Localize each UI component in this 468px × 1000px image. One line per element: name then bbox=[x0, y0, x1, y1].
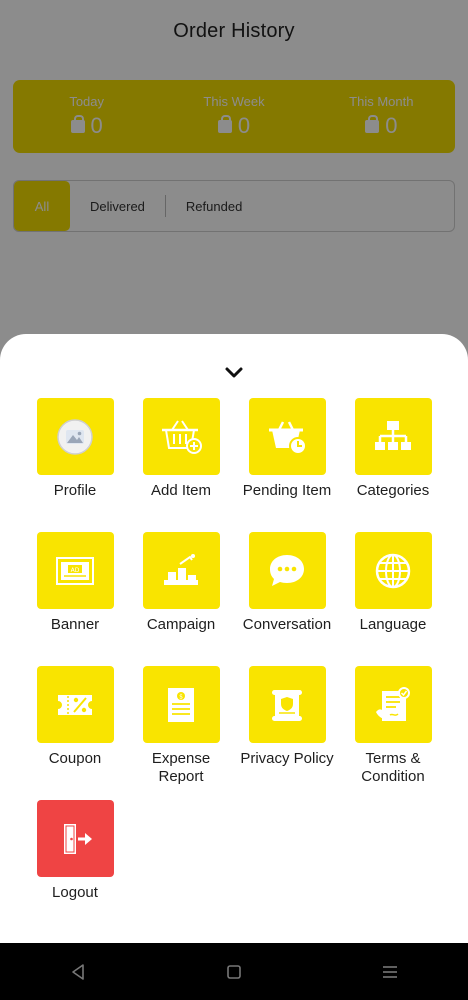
menu-item-terms-condition[interactable]: Terms & Condition bbox=[340, 666, 446, 786]
menu-item-privacy-policy[interactable]: Privacy Policy bbox=[234, 666, 340, 786]
campaign-icon bbox=[164, 553, 198, 585]
menu-item-conversation[interactable]: Conversation bbox=[234, 532, 340, 652]
nav-menu-button[interactable] bbox=[370, 952, 410, 992]
chevron-down-icon[interactable] bbox=[224, 366, 244, 380]
svg-text:$: $ bbox=[179, 693, 183, 700]
menu-item-label: Pending Item bbox=[242, 482, 332, 499]
menu-item-label: Privacy Policy bbox=[240, 750, 334, 767]
menu-item-campaign[interactable]: Campaign bbox=[128, 532, 234, 652]
menu-item-label: Banner bbox=[50, 616, 100, 633]
menu-item-label: Categories bbox=[356, 482, 430, 499]
menu-item-label: Conversation bbox=[242, 616, 332, 633]
menu-bottom-sheet: Profile Add Item Pending Item Categories… bbox=[0, 334, 468, 944]
terms-contract-icon bbox=[376, 686, 410, 721]
globe-icon bbox=[375, 553, 411, 588]
menu-item-label: Campaign bbox=[146, 616, 216, 633]
menu-item-coupon[interactable]: Coupon bbox=[22, 666, 128, 786]
menu-lines-icon bbox=[383, 965, 397, 978]
menu-item-label: Add Item bbox=[150, 482, 212, 499]
menu-item-label: Terms & Condition bbox=[361, 750, 425, 785]
menu-grid: Profile Add Item Pending Item Categories… bbox=[22, 398, 446, 920]
nav-back-button[interactable] bbox=[58, 952, 98, 992]
menu-item-label: Expense Report bbox=[151, 750, 211, 785]
menu-item-banner[interactable]: AD Banner bbox=[22, 532, 128, 652]
menu-item-label: Coupon bbox=[48, 750, 102, 767]
menu-item-categories[interactable]: Categories bbox=[340, 398, 446, 518]
pending-basket-icon bbox=[269, 420, 307, 455]
menu-item-add-item[interactable]: Add Item bbox=[128, 398, 234, 518]
system-nav-bar bbox=[0, 943, 468, 1000]
menu-item-profile[interactable]: Profile bbox=[22, 398, 128, 518]
menu-item-label: Profile bbox=[53, 482, 97, 499]
privacy-policy-icon bbox=[272, 689, 302, 721]
expense-report-icon: $ bbox=[168, 687, 194, 722]
add-item-basket-icon bbox=[162, 419, 202, 454]
menu-item-expense-report[interactable]: $ Expense Report bbox=[128, 666, 234, 786]
logout-door-icon bbox=[64, 823, 92, 854]
menu-item-logout[interactable]: Logout bbox=[22, 800, 128, 920]
chat-bubble-icon bbox=[270, 554, 304, 586]
banner-ad-icon: AD bbox=[56, 556, 94, 585]
nav-home-button[interactable] bbox=[214, 952, 254, 992]
svg-text:AD: AD bbox=[71, 567, 80, 574]
menu-item-pending-item[interactable]: Pending Item bbox=[234, 398, 340, 518]
categories-tree-icon bbox=[375, 420, 411, 450]
back-triangle-icon bbox=[72, 963, 84, 980]
coupon-icon bbox=[58, 694, 92, 715]
home-square-icon bbox=[227, 964, 241, 979]
menu-item-label: Logout bbox=[52, 884, 98, 901]
profile-image-icon bbox=[57, 418, 93, 455]
menu-item-label: Language bbox=[359, 616, 427, 633]
menu-item-language[interactable]: Language bbox=[340, 532, 446, 652]
